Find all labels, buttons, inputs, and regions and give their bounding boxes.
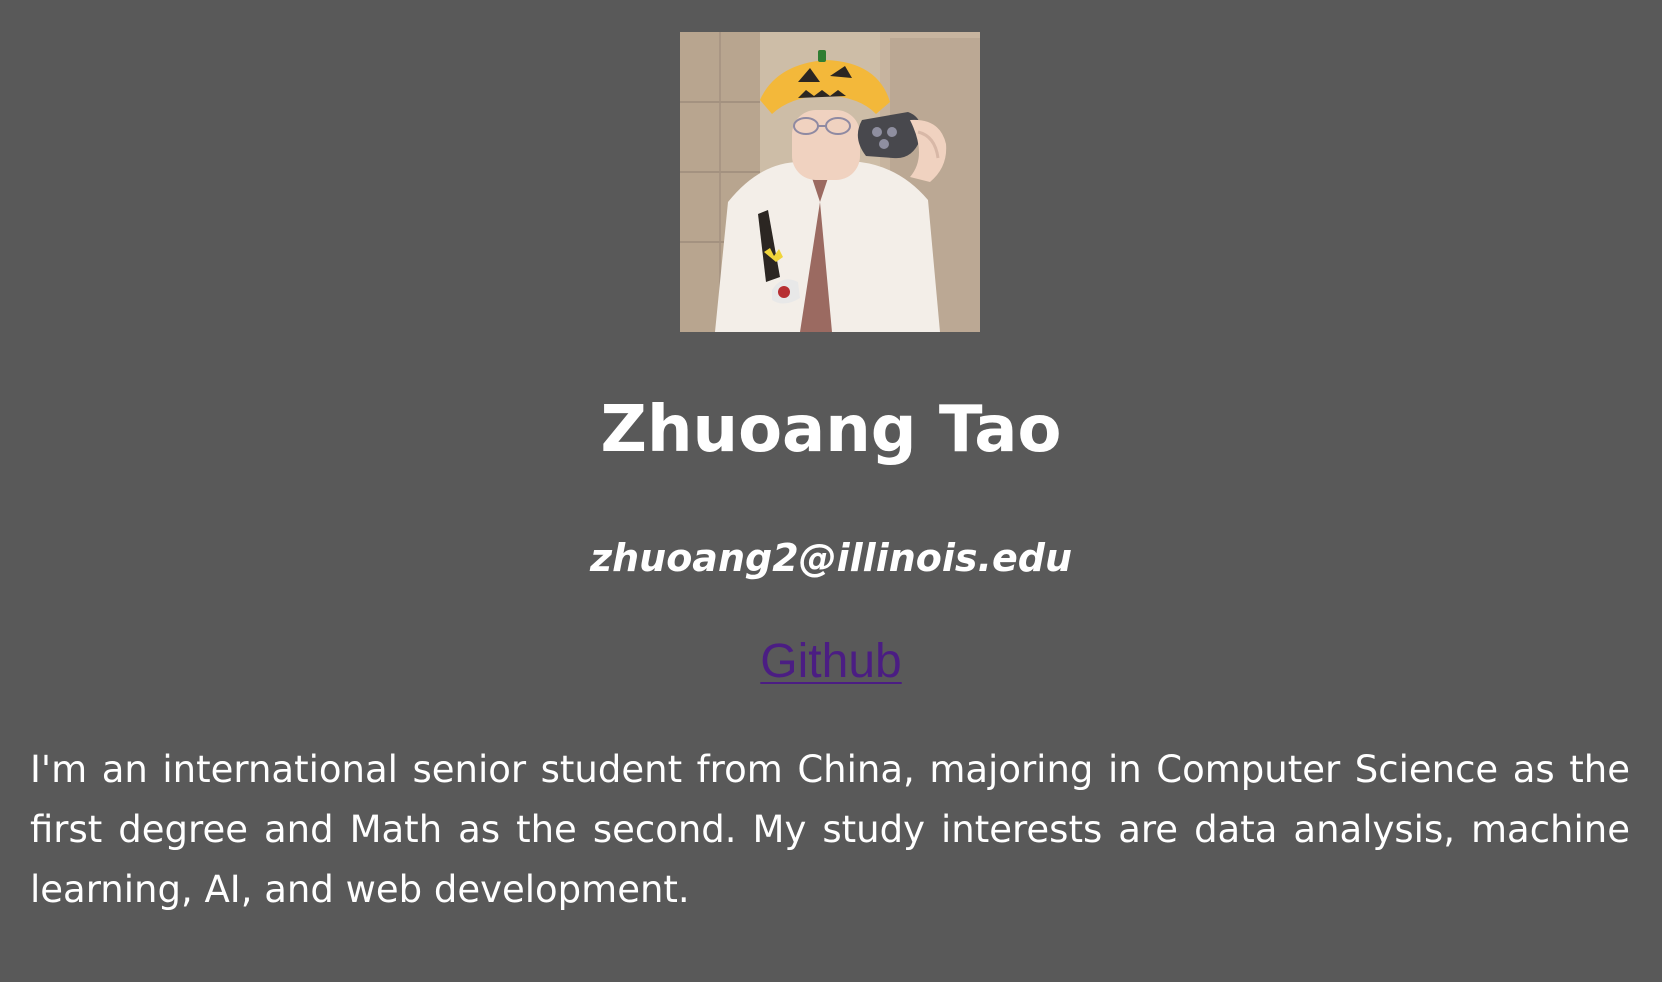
github-link-container: Github — [0, 635, 1662, 689]
profile-photo-illustration — [680, 32, 980, 332]
profile-name: Zhuoang Tao — [600, 393, 1062, 467]
profile-photo — [680, 32, 980, 332]
github-link[interactable]: Github — [760, 635, 901, 688]
profile-bio: I'm an international senior student from… — [30, 748, 1630, 911]
profile-email: zhuoang2@illinois.edu — [589, 536, 1073, 580]
